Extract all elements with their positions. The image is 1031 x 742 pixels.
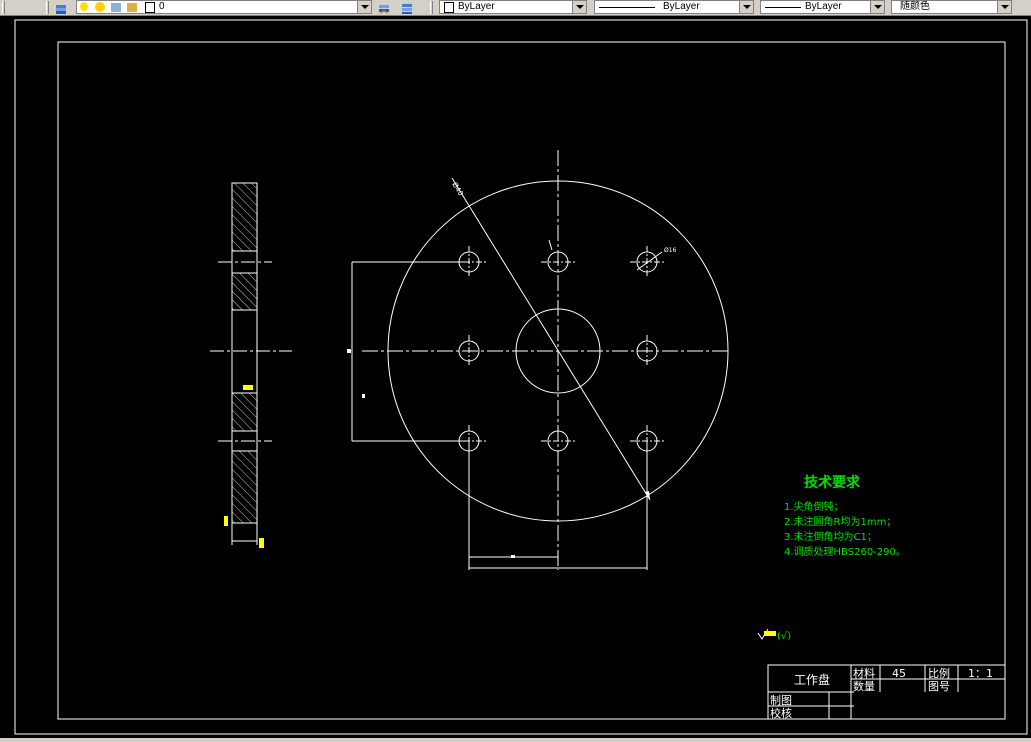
tech-note: 1.尖角倒钝； xyxy=(784,500,844,513)
layer-name: 0 xyxy=(159,1,165,12)
lightbulb-icon xyxy=(80,2,88,11)
color-value: ByLayer xyxy=(458,1,495,12)
hatched-region xyxy=(231,392,258,432)
chevron-down-icon[interactable] xyxy=(870,1,884,13)
layer-manager-icon[interactable] xyxy=(54,0,68,14)
toolbar-grip[interactable] xyxy=(46,1,49,14)
front-view xyxy=(347,150,730,570)
checked-by-label: 校核 xyxy=(770,706,792,720)
color-combo[interactable]: ByLayer xyxy=(439,0,587,14)
roughness-symbol xyxy=(243,385,253,390)
linetype-value: ByLayer xyxy=(663,1,700,12)
chevron-down-icon[interactable] xyxy=(739,1,753,13)
color-swatch-icon xyxy=(145,2,155,13)
sun-icon xyxy=(95,2,105,12)
hatched-region xyxy=(231,272,258,311)
linetype-combo[interactable]: ByLayer xyxy=(594,0,754,14)
hatched-region xyxy=(231,182,258,252)
make-layer-current-icon[interactable] xyxy=(377,0,391,15)
color-swatch-icon xyxy=(444,2,454,13)
lineweight-combo[interactable]: ByLayer xyxy=(760,0,885,14)
drawing-number-label: 图号 xyxy=(928,680,950,693)
diameter-dimension-line xyxy=(451,177,651,501)
drawing-svg[interactable]: Ø40 Ø16 技术要求 1.尖角倒钝； 2.未注圆角R均为1mm； 3.未注倒… xyxy=(0,16,1031,742)
toolbar-grip[interactable] xyxy=(430,1,433,14)
dimension-marker xyxy=(259,538,264,548)
hatched-region xyxy=(231,450,258,524)
tech-requirements-title: 技术要求 xyxy=(804,474,861,491)
inner-frame xyxy=(57,41,1006,720)
scale-value: 1：1 xyxy=(968,667,993,680)
chevron-down-icon[interactable] xyxy=(572,1,586,13)
outer-frame xyxy=(14,19,1028,735)
toolbar-grip[interactable] xyxy=(2,1,5,14)
material-value: 45 xyxy=(892,667,906,680)
lineweight-value: ByLayer xyxy=(805,1,842,12)
drawn-by-label: 制图 xyxy=(770,694,792,707)
drawing-canvas[interactable]: Ø40 Ø16 技术要求 1.尖角倒钝； 2.未注圆角R均为1mm； 3.未注倒… xyxy=(0,16,1031,742)
hole-leader xyxy=(548,239,553,251)
scale-label: 比例 xyxy=(928,666,950,680)
properties-toolbar: 0 ByLayer ByLayer ByLayer 随颜色 xyxy=(0,0,1031,16)
tech-note: 2.未注圆角R均为1mm； xyxy=(784,515,896,528)
part-name: 工作盘 xyxy=(794,672,830,687)
quantity-label: 数量 xyxy=(853,680,875,693)
lock-icon xyxy=(111,3,121,12)
roughness-text: (√) xyxy=(777,631,791,642)
window-bottom-edge xyxy=(0,738,1031,742)
chevron-down-icon[interactable] xyxy=(997,1,1011,13)
plot-icon xyxy=(127,3,137,12)
side-section-view xyxy=(210,182,292,548)
tech-note: 3.未注倒角均为C1； xyxy=(784,530,877,543)
linetype-sample xyxy=(599,7,655,8)
tech-note: 4.调质处理HBS260-290。 xyxy=(784,546,906,558)
roughness-note: (√) xyxy=(757,628,791,642)
plotstyle-combo[interactable]: 随颜色 xyxy=(891,0,1012,14)
lineweight-sample xyxy=(765,7,801,8)
layer-previous-icon[interactable] xyxy=(400,0,414,14)
hole-dimension-text: Ø16 xyxy=(664,247,677,254)
layer-combo[interactable]: 0 xyxy=(76,0,372,14)
plotstyle-value: 随颜色 xyxy=(900,1,930,12)
dimension-marker xyxy=(224,516,228,526)
material-label: 材料 xyxy=(853,666,875,680)
chevron-down-icon[interactable] xyxy=(357,1,371,13)
